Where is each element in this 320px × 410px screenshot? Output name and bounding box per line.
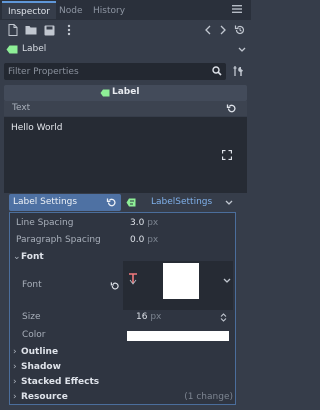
filter-input[interactable] bbox=[8, 64, 204, 79]
category-title: Label bbox=[112, 87, 140, 97]
paragraph-spacing-unit: px bbox=[147, 235, 159, 245]
filter-properties bbox=[4, 63, 226, 80]
label-settings-row: Label Settings LabelSettings bbox=[9, 194, 242, 211]
label-settings-button[interactable]: Label Settings bbox=[9, 194, 121, 211]
line-spacing-label: Line Spacing bbox=[16, 218, 74, 228]
text-edit-area[interactable]: Hello World bbox=[4, 117, 247, 193]
search-icon bbox=[212, 66, 222, 76]
tab-inspector[interactable]: Inspector bbox=[2, 1, 56, 19]
tools-icon[interactable] bbox=[233, 65, 245, 77]
tab-bar: Inspector Node History bbox=[0, 0, 251, 20]
revert-icon[interactable] bbox=[110, 281, 120, 291]
stacked-effects-group-header[interactable]: › Stacked Effects bbox=[13, 375, 99, 390]
size-label: Size bbox=[22, 312, 41, 322]
outline-group-label: Outline bbox=[21, 347, 59, 357]
open-folder-icon[interactable] bbox=[24, 22, 38, 38]
color-label: Color bbox=[22, 330, 46, 340]
color-swatch[interactable] bbox=[127, 331, 229, 341]
spinner-arrows-icon[interactable] bbox=[220, 313, 227, 322]
shadow-group-label: Shadow bbox=[21, 362, 61, 372]
line-spacing-unit: px bbox=[147, 218, 159, 228]
new-resource-icon[interactable] bbox=[6, 22, 20, 38]
text-value: Hello World bbox=[11, 123, 63, 133]
tab-history[interactable]: History bbox=[93, 2, 125, 20]
expand-icon[interactable] bbox=[222, 150, 232, 160]
resource-change-count: (1 change) bbox=[184, 392, 233, 402]
category-header-label: Label bbox=[4, 85, 247, 101]
size-field[interactable]: 16 px bbox=[136, 310, 231, 325]
chevron-down-icon: ⌄ bbox=[13, 252, 21, 262]
font-group-label: Font bbox=[21, 252, 44, 262]
object-selector[interactable]: Label bbox=[4, 42, 247, 58]
font-file-icon bbox=[129, 273, 137, 285]
text-property-header: Text bbox=[4, 101, 247, 116]
label-settings-resource-name: LabelSettings bbox=[151, 197, 213, 207]
chevron-right-icon: › bbox=[13, 362, 17, 372]
chevron-right-icon: › bbox=[13, 377, 17, 387]
stacked-effects-group-label: Stacked Effects bbox=[21, 377, 100, 387]
font-group-header[interactable]: ⌄Font bbox=[13, 250, 44, 265]
font-resource-picker[interactable] bbox=[123, 261, 233, 310]
chevron-right-icon: › bbox=[13, 347, 17, 357]
menu-icon[interactable] bbox=[231, 3, 243, 15]
back-arrow-icon[interactable] bbox=[201, 22, 215, 38]
tab-node[interactable]: Node bbox=[59, 2, 83, 20]
text-property-label: Text bbox=[12, 103, 31, 113]
save-icon[interactable] bbox=[42, 22, 56, 38]
toolbar bbox=[0, 22, 251, 40]
paragraph-spacing-label: Paragraph Spacing bbox=[16, 235, 101, 245]
revert-icon[interactable] bbox=[226, 103, 237, 114]
font-preview bbox=[163, 263, 199, 299]
label-node-icon bbox=[100, 89, 110, 97]
history-icon[interactable] bbox=[233, 22, 247, 38]
resource-group-label: Resource bbox=[21, 392, 68, 402]
font-label: Font bbox=[22, 280, 42, 290]
chevron-down-icon[interactable] bbox=[238, 47, 246, 53]
label-settings-resource-icon bbox=[126, 198, 136, 207]
chevron-down-icon[interactable] bbox=[223, 278, 231, 284]
chevron-down-icon[interactable] bbox=[225, 200, 233, 206]
outline-group-header[interactable]: › Outline bbox=[13, 345, 58, 360]
label-node-icon bbox=[6, 45, 18, 54]
paragraph-spacing-field[interactable]: 0.0 px bbox=[130, 233, 230, 248]
forward-arrow-icon[interactable] bbox=[216, 22, 230, 38]
shadow-group-header[interactable]: › Shadow bbox=[13, 360, 61, 375]
chevron-right-icon: › bbox=[13, 392, 17, 402]
more-options-icon[interactable] bbox=[62, 22, 76, 38]
label-settings-resource[interactable]: LabelSettings bbox=[122, 194, 242, 211]
object-name: Label bbox=[22, 44, 47, 54]
paragraph-spacing-value: 0.0 bbox=[130, 235, 145, 245]
label-settings-label: Label Settings bbox=[13, 197, 78, 207]
size-unit: px bbox=[150, 312, 162, 322]
resource-group-header[interactable]: › Resource (1 change) bbox=[13, 390, 233, 405]
revert-icon[interactable] bbox=[106, 197, 117, 208]
label-settings-panel: Line Spacing 3.0 px Paragraph Spacing 0.… bbox=[9, 212, 236, 405]
size-value: 16 bbox=[136, 312, 148, 322]
line-spacing-value: 3.0 bbox=[130, 218, 145, 228]
line-spacing-field[interactable]: 3.0 px bbox=[130, 216, 230, 231]
